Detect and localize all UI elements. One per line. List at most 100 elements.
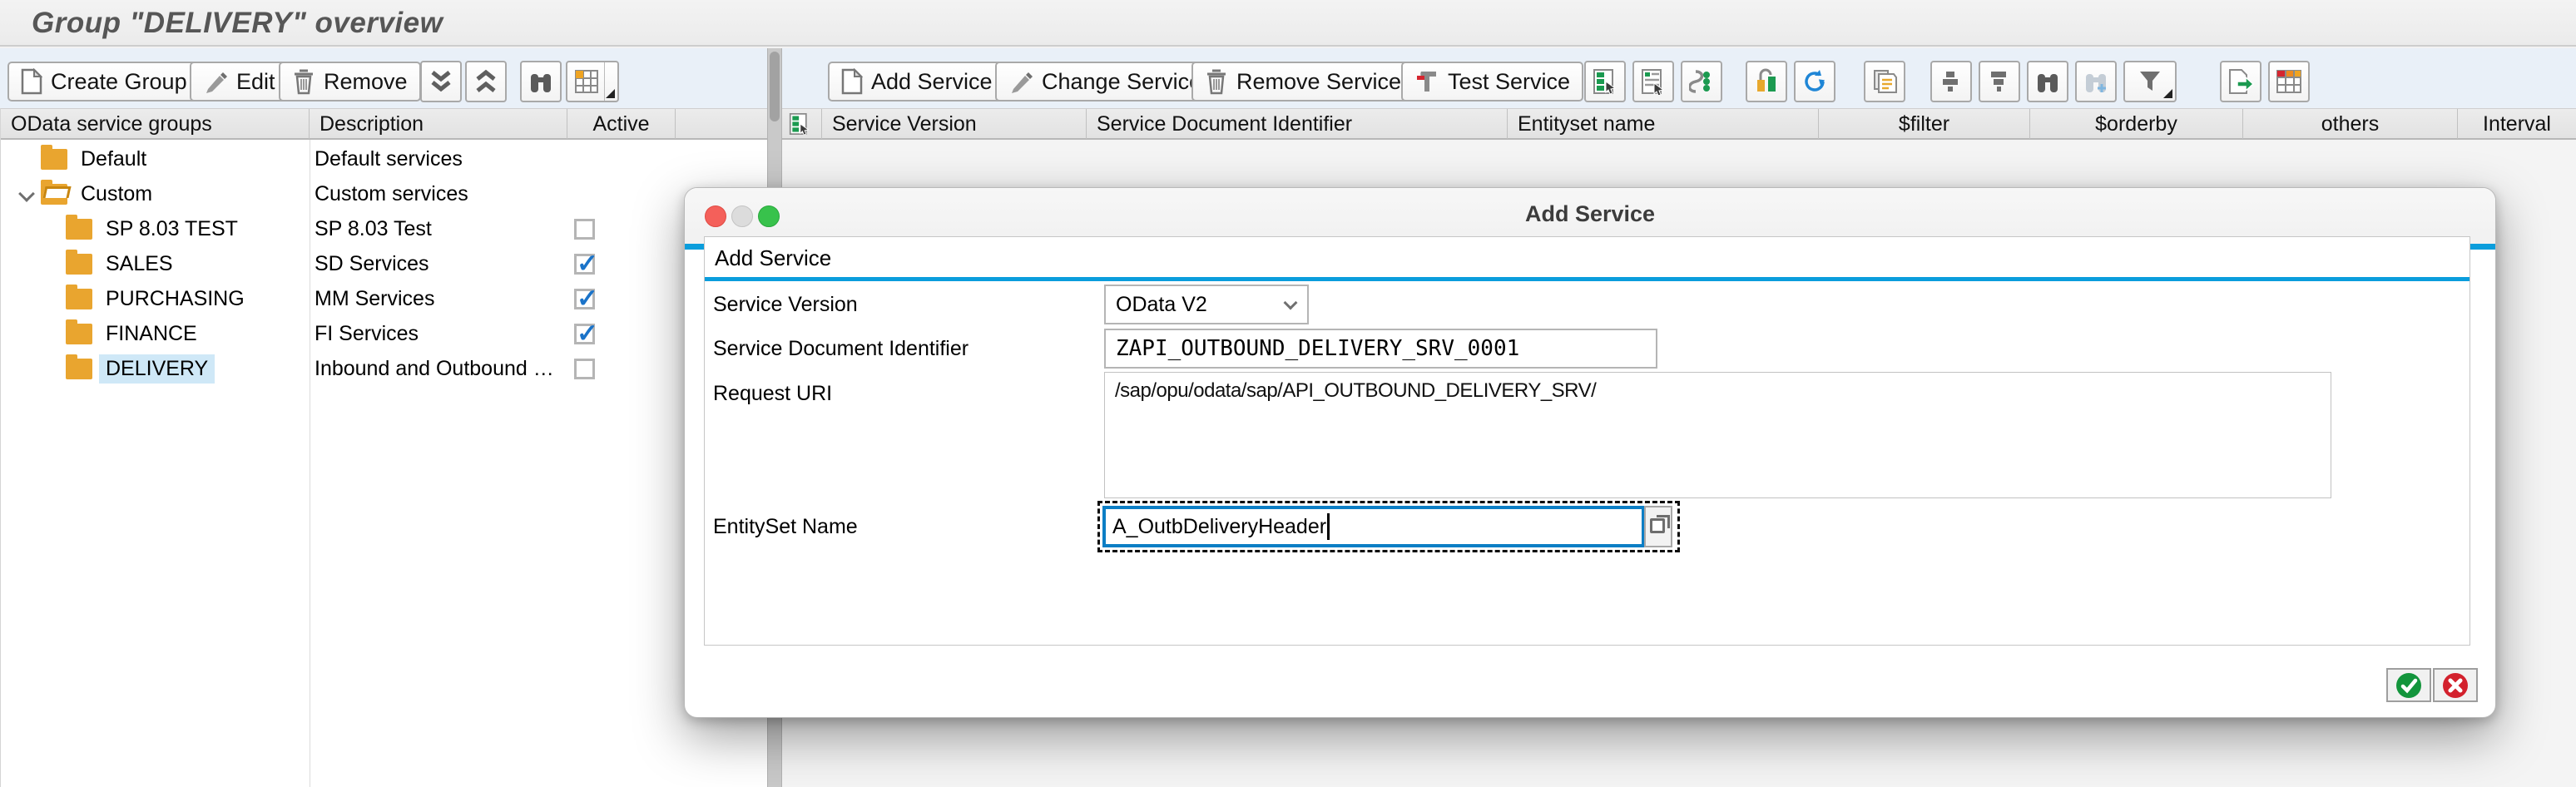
layout-grid-icon (574, 69, 599, 94)
folder-icon (66, 254, 92, 275)
tree-row-custom[interactable]: Custom Custom services (1, 176, 768, 211)
service-version-value: OData V2 (1116, 293, 1207, 317)
layout-grid-dropdown[interactable] (604, 62, 617, 101)
cancel-button[interactable] (2433, 668, 2478, 702)
filter-icon (2138, 69, 2162, 94)
select-all-header-cell[interactable] (782, 109, 822, 139)
dialog-titlebar[interactable]: Add Service (685, 188, 2495, 244)
export-icon (2227, 68, 2254, 95)
column-header-others[interactable]: others (2243, 109, 2458, 139)
select-list-icon (1641, 68, 1666, 95)
tree-row-finance[interactable]: FINANCE FI Services (1, 316, 768, 351)
remove-service-button[interactable]: Remove Service (1191, 62, 1414, 101)
select-list-button[interactable] (1632, 61, 1674, 102)
dialog-title: Add Service (685, 201, 2495, 227)
table-settings-button[interactable] (2268, 61, 2310, 102)
cancel-x-icon (2442, 672, 2469, 699)
create-group-button[interactable]: Create Group (7, 62, 201, 101)
column-header-active[interactable]: Active (567, 109, 676, 139)
folder-icon (66, 359, 92, 379)
find-button[interactable] (2027, 61, 2068, 102)
service-document-identifier-input[interactable]: ZAPI_OUTBOUND_DELIVERY_SRV_0001 (1104, 329, 1657, 369)
tree-header-row: OData service groups Description Active (1, 108, 767, 140)
column-header-interval[interactable]: Interval (2458, 109, 2576, 139)
section-title: Add Service (715, 245, 831, 271)
select-details-icon (1593, 68, 1617, 95)
remove-button[interactable]: Remove (279, 62, 421, 101)
add-service-dialog: Add Service Add Service Service Version … (684, 187, 2496, 718)
request-uri-textarea[interactable]: /sap/opu/odata/sap/API_OUTBOUND_DELIVERY… (1104, 372, 2331, 498)
group-name[interactable]: Custom (81, 182, 152, 206)
copy-button[interactable] (1864, 61, 1905, 102)
sap-gui-window: Group "DELIVERY" overview Create Group E… (0, 0, 2576, 787)
active-checkbox[interactable] (574, 289, 595, 309)
filter-button[interactable] (2123, 61, 2177, 102)
change-service-button[interactable]: Change Service (995, 62, 1215, 101)
request-uri-label: Request URI (713, 382, 832, 406)
service-version-select[interactable]: OData V2 (1104, 285, 1309, 324)
active-checkbox[interactable] (574, 219, 595, 240)
service-version-label: Service Version (713, 293, 858, 317)
column-header-empty (676, 109, 768, 139)
folder-icon (66, 324, 92, 344)
group-name[interactable]: FINANCE (106, 322, 197, 346)
group-name[interactable]: Default (81, 147, 146, 171)
column-header-odata-service-groups[interactable]: OData service groups (1, 109, 310, 139)
sort-descending-icon (1987, 69, 2012, 94)
group-name[interactable]: SALES (106, 252, 173, 276)
active-checkbox[interactable] (574, 359, 595, 379)
page-title: Group "DELIVERY" overview (32, 7, 443, 40)
column-header-service-version[interactable]: Service Version (822, 109, 1087, 139)
open-folder-icon (41, 184, 67, 205)
add-service-button[interactable]: Add Service (828, 62, 1006, 101)
column-header-service-document-identifier[interactable]: Service Document Identifier (1087, 109, 1508, 139)
group-description: Default services (315, 141, 556, 176)
active-checkbox[interactable] (574, 324, 595, 344)
pencil-icon (203, 69, 228, 94)
active-checkbox[interactable] (574, 254, 595, 275)
expand-all-button[interactable] (465, 61, 507, 102)
tree-row-sp-803-test[interactable]: SP 8.03 TEST SP 8.03 Test (1, 211, 768, 246)
folder-icon (66, 289, 92, 309)
sort-descending-button[interactable] (1979, 61, 2020, 102)
add-service-label: Add Service (871, 69, 993, 95)
group-description: Inbound and Outbound … (315, 351, 556, 386)
edit-button[interactable]: Edit (190, 62, 289, 101)
column-header-orderby[interactable]: $orderby (2030, 109, 2243, 139)
sort-ascending-icon (1939, 69, 1964, 94)
sort-ascending-button[interactable] (1930, 61, 1972, 102)
select-details-button[interactable] (1584, 61, 1626, 102)
collapse-all-button[interactable] (420, 61, 462, 102)
group-name-selected[interactable]: DELIVERY (99, 354, 215, 384)
value-help-button[interactable] (1644, 506, 1672, 547)
column-header-description[interactable]: Description (310, 109, 567, 139)
group-name[interactable]: PURCHASING (106, 287, 245, 311)
table-settings-icon (2276, 69, 2302, 94)
column-header-filter[interactable]: $filter (1819, 109, 2030, 139)
deselect-all-icon (1689, 68, 1714, 95)
remove-label: Remove (324, 69, 408, 95)
new-document-icon (841, 68, 863, 95)
entityset-name-input[interactable]: A_OutbDeliveryHeader (1102, 506, 1645, 547)
find-button[interactable] (520, 61, 562, 102)
chevron-down-icon[interactable] (18, 186, 35, 202)
test-service-button[interactable]: Test Service (1401, 62, 1583, 101)
column-header-entityset-name[interactable]: Entityset name (1508, 109, 1819, 139)
scrollbar-thumb[interactable] (770, 52, 780, 121)
test-service-label: Test Service (1448, 69, 1570, 95)
find-next-button[interactable] (2075, 61, 2117, 102)
deselect-all-button[interactable] (1681, 61, 1722, 102)
confirm-button[interactable] (2386, 668, 2431, 702)
pencil-icon (1008, 69, 1033, 94)
tree-row-purchasing[interactable]: PURCHASING MM Services (1, 281, 768, 316)
tree-row-delivery[interactable]: DELIVERY Inbound and Outbound … (1, 351, 768, 386)
layout-grid-button[interactable] (566, 61, 619, 102)
trash-icon (1205, 68, 1228, 95)
export-button[interactable] (2220, 61, 2261, 102)
tree-row-sales[interactable]: SALES SD Services (1, 246, 768, 281)
display-change-icon (1754, 68, 1779, 95)
display-change-button[interactable] (1746, 61, 1787, 102)
refresh-button[interactable] (1794, 61, 1835, 102)
tree-row-default[interactable]: Default Default services (1, 141, 768, 176)
group-name[interactable]: SP 8.03 TEST (106, 217, 238, 241)
